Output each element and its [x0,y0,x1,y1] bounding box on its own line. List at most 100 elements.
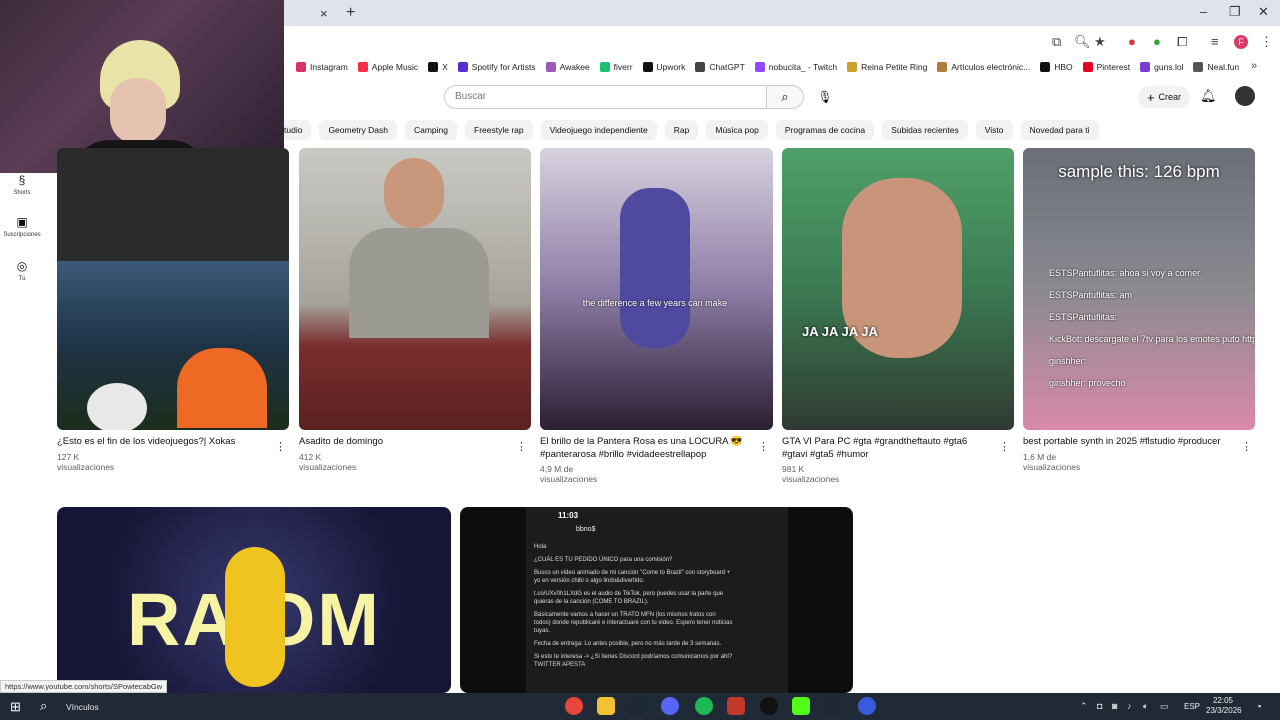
thumbnail-figure [177,348,267,428]
short-title[interactable]: best portable synth in 2025 #flstudio #p… [1023,435,1233,448]
filter-chip[interactable]: Subidas recientes [882,120,968,140]
bookmark-item[interactable]: guns.lol [1140,62,1183,72]
bookmark-item[interactable]: nobucita_ - Twitch [754,62,837,72]
tab-close-button[interactable]: × [320,6,328,21]
bookmark-item[interactable]: ChatGPT [695,62,745,72]
bookmark-item[interactable]: Pinterest [1082,62,1130,72]
search-input[interactable]: Buscar [444,85,767,109]
more-actions-icon[interactable]: ⋮ [516,440,527,453]
subscriptions-icon: ▣ [16,215,28,229]
more-actions-icon[interactable]: ⋮ [758,440,769,453]
microphone-tray-icon[interactable]: ♪ [1127,701,1132,711]
voice-search-button[interactable]: 🎙︎ [814,86,836,108]
cast-icon[interactable]: ⧉ [1052,34,1061,50]
video-thumbnail-random[interactable]: RA OM [57,507,451,693]
more-actions-icon[interactable]: ⋮ [999,440,1010,453]
reading-list-icon[interactable]: ≡ [1211,34,1219,49]
short-thumbnail[interactable]: sample this: 126 bpm ESTSPantuflitas: ah… [1023,148,1255,430]
phone-message-line: Si esto te interesa -> ¿Si tienes Discor… [534,654,733,668]
restore-button[interactable]: ❐ [1229,4,1241,20]
bookmark-item[interactable]: Instagram [296,62,348,72]
video-thumbnail-phone[interactable]: 11:03 bbno$ Hola ¿CUÁL ES TU PEDIDO ÚNICO… [460,507,853,693]
bookmarks-more-icon[interactable]: » [1251,60,1260,72]
short-title[interactable]: ¿Esto es el fin de los videojuegos?| Xok… [57,435,267,448]
new-tab-button[interactable]: + [346,4,355,22]
tray-chevron-icon[interactable]: ⌃ [1080,701,1088,712]
steam-taskbar-icon[interactable] [628,697,646,715]
search-button[interactable]: ⌕ [766,85,804,109]
filter-chip[interactable]: Novedad para ti [1020,120,1099,140]
notification-icon[interactable]: ▪ [1258,701,1261,711]
bookmark-icon [428,62,439,72]
sidebar-item-you[interactable]: ◎ Tú [0,259,44,282]
spotify-taskbar-icon[interactable] [695,697,713,715]
extensions-puzzle-icon[interactable]: ⧠ [1177,34,1187,50]
windows-start-icon[interactable]: ⊞ [10,699,21,715]
sidebar-item-shorts[interactable]: § Shorts [0,173,44,196]
volume-tray-icon[interactable]: 🔈︎ [1143,701,1148,712]
discord-taskbar-icon[interactable] [661,697,679,715]
steam-taskbar-icon[interactable] [825,697,843,715]
short-thumbnail[interactable] [299,148,531,430]
filter-chip[interactable]: Programas de cocina [775,120,875,140]
filter-chip[interactable]: Rap [664,120,699,140]
short-thumbnail[interactable]: JA JA JA JA [782,148,1014,430]
voicemeeter-taskbar-icon[interactable] [727,697,745,715]
bookmark-item[interactable]: Awakee [545,62,590,72]
filter-chip[interactable]: Videojuego independiente [540,120,657,140]
filter-chip[interactable]: Visto [975,120,1013,140]
sidebar-item-subscriptions[interactable]: ▣ Suscripciones [0,215,44,238]
bookmark-icon [754,62,765,72]
bookmark-item[interactable]: HBO [1040,62,1073,72]
filter-chip[interactable]: Música pop [706,120,768,140]
tray-app-icon[interactable]: ◙ [1112,701,1117,711]
create-button[interactable]: + Crear [1138,86,1190,108]
filter-chip[interactable]: tudio [284,120,312,140]
language-indicator[interactable]: ESP [1184,702,1200,711]
minimize-button[interactable]: – [1200,4,1207,19]
taskbar-search-label[interactable]: Vínculos [66,702,99,712]
more-actions-icon[interactable]: ⋮ [1241,440,1252,453]
notifications-bell-icon[interactable]: 🔔︎ [1200,88,1217,104]
taskbar-search-icon[interactable]: ⌕ [40,698,47,714]
short-thumbnail[interactable] [57,148,289,430]
more-actions-icon[interactable]: ⋮ [275,440,286,453]
filter-chip[interactable]: Freestyle rap [465,120,533,140]
bookmark-item[interactable]: Upwork [642,62,685,72]
short-title[interactable]: GTA VI Para PC #gta #grandtheftauto #gta… [782,435,992,461]
app-taskbar-icon[interactable] [858,697,876,715]
short-title[interactable]: El brillo de la Pantera Rosa es una LOCU… [540,435,750,461]
extension-icon[interactable]: ● [1153,34,1161,49]
profile-avatar[interactable]: F [1234,35,1248,49]
taskbar-clock[interactable]: 22:05 23/3/2026 [1206,696,1242,716]
bookmark-item[interactable]: Spotify for Artists [457,62,536,72]
bookmark-item[interactable]: Reina Petite Ring [847,62,927,72]
extension-icon[interactable]: ● [1128,34,1136,49]
bookmark-icon [296,62,306,72]
bookmark-item[interactable]: Neal.fun [1193,62,1239,72]
bookmark-label: Reina Petite Ring [861,62,928,72]
bookmark-item[interactable]: Apple Music [357,62,418,72]
tray-app-icon[interactable]: ◘ [1097,701,1102,711]
close-window-button[interactable]: ✕ [1258,4,1269,20]
bookmark-item[interactable]: X [428,62,448,72]
short-views: 4,9 M de visualizaciones [540,464,598,484]
short-views: 981 K visualizaciones [782,464,840,484]
bookmark-item[interactable]: Artículos electrónic... [937,62,1030,72]
menu-kebab-icon[interactable]: ⋮ [1260,34,1273,50]
file-explorer-taskbar-icon[interactable] [597,697,615,715]
chrome-taskbar-icon[interactable] [565,697,583,715]
short-title[interactable]: Asadito de domingo [299,435,509,448]
account-avatar[interactable] [1235,86,1255,106]
filter-chip[interactable]: Geometry Dash [319,120,397,140]
zoom-icon[interactable]: 🔍︎ [1074,34,1091,50]
short-thumbnail[interactable]: the difference a few years can make [540,148,773,430]
obs-taskbar-icon[interactable] [760,697,778,715]
network-tray-icon[interactable]: ▭ [1160,701,1169,712]
microphone-icon: 🎙︎ [817,90,833,104]
bookmark-item[interactable]: fiverr [599,62,633,72]
bookmark-star-icon[interactable]: ★ [1094,34,1106,50]
create-label: Crear [1158,92,1182,102]
filter-chip[interactable]: Camping [404,120,457,140]
kick-taskbar-icon[interactable] [792,697,810,715]
